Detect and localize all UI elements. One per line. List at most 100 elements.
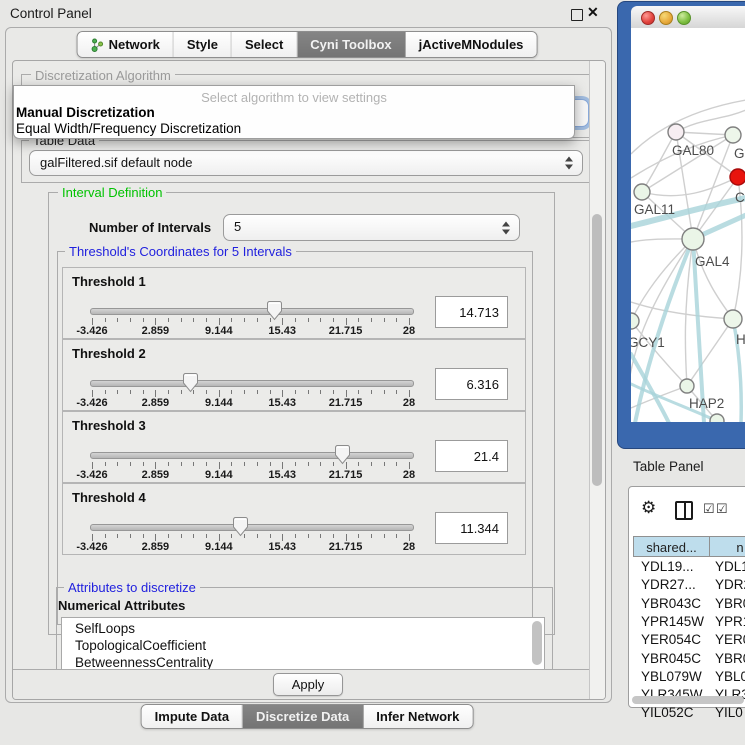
number-of-intervals-combobox[interactable]: 5 <box>223 214 520 241</box>
threshold-value-field[interactable]: 21.4 <box>435 440 508 472</box>
table-row-cell[interactable]: YDL19... <box>641 559 694 574</box>
network-node-g[interactable] <box>725 127 741 143</box>
slider-knob[interactable] <box>266 300 283 321</box>
tab-jactivemnodules[interactable]: jActiveMNodules <box>406 32 537 57</box>
table-row-cell[interactable]: YBR0 <box>715 651 745 666</box>
table-row-cell[interactable]: YER054C <box>641 632 701 647</box>
threshold-value-field[interactable]: 14.713 <box>435 296 508 328</box>
slider-tick <box>358 318 359 322</box>
close-light-icon[interactable] <box>641 11 655 25</box>
tab-network[interactable]: Network <box>78 32 174 57</box>
attributes-list[interactable]: SelfLoopsTopologicalCoefficientBetweenne… <box>61 617 545 672</box>
split-column-icon[interactable] <box>675 501 693 520</box>
checkbox-icon[interactable]: ☑ <box>703 501 715 517</box>
tab-infer-network[interactable]: Infer Network <box>363 705 472 728</box>
slider-tick <box>396 534 397 538</box>
top-tab-bar: Network Style SelectCyni ToolboxjActiveMNo… <box>77 31 538 58</box>
table-row-cell[interactable]: YDR27... <box>641 577 696 592</box>
gear-icon[interactable]: ⚙ <box>641 498 656 518</box>
slider-knob[interactable] <box>232 516 249 537</box>
threshold-label: Threshold 4 <box>72 490 146 505</box>
scrollbar-thumb[interactable] <box>592 214 602 486</box>
minimize-light-icon[interactable] <box>659 11 673 25</box>
network-node-gcy1[interactable] <box>631 313 639 329</box>
slider-tick <box>206 534 207 538</box>
apply-button[interactable]: Apply <box>273 673 343 696</box>
tab-impute-data[interactable]: Impute Data <box>142 705 243 728</box>
thresholds-group-title: Threshold's Coordinates for 5 Intervals <box>65 244 296 259</box>
dropdown-option-equal-width[interactable]: Equal Width/Frequency Discretization <box>16 121 241 136</box>
network-node-gal4[interactable] <box>682 228 704 250</box>
bottom-tab-bar: Impute Data Discretize DataInfer Network <box>141 704 474 729</box>
dropdown-option-manual[interactable]: Manual Discretization <box>16 105 155 120</box>
column-header-name[interactable]: n <box>709 536 745 557</box>
slider-knob[interactable] <box>182 372 199 393</box>
slider-tick-label: -3.426 <box>60 397 124 409</box>
tab-cyni-toolbox[interactable]: Cyni Toolbox <box>297 32 405 57</box>
dropdown-placeholder[interactable]: Select algorithm to view settings <box>14 90 574 105</box>
network-node-hap2[interactable] <box>680 379 694 393</box>
slider-tick <box>117 318 118 322</box>
tab-label: Impute Data <box>155 709 229 724</box>
slider-tick <box>92 318 93 325</box>
tab-discretize-data[interactable]: Discretize Data <box>243 705 363 728</box>
slider-tick <box>320 534 321 538</box>
list-item-topologicalcoefficient[interactable]: TopologicalCoefficient <box>62 637 544 654</box>
threshold-value-field[interactable]: 11.344 <box>435 512 508 544</box>
tab-label: Style <box>187 37 218 52</box>
slider-tick <box>181 318 182 322</box>
slider-track[interactable] <box>90 308 414 315</box>
zoom-light-icon[interactable] <box>677 11 691 25</box>
float-window-icon[interactable] <box>571 9 583 21</box>
table-row-cell[interactable]: YBR0 <box>715 596 745 611</box>
slider-knob[interactable] <box>334 444 351 465</box>
slider-tick <box>143 534 144 538</box>
slider-tick-label: -3.426 <box>60 325 124 337</box>
checkbox-icon[interactable]: ☑ <box>716 501 728 517</box>
slider-track[interactable] <box>90 524 414 531</box>
network-node-c[interactable] <box>730 169 745 185</box>
network-canvas[interactable]: GAL80GCGAL11GAL4GCY1HHAP2 <box>631 28 745 422</box>
network-node-h[interactable] <box>724 310 742 328</box>
list-item-selfloops[interactable]: SelfLoops <box>62 620 544 637</box>
table-row-cell[interactable]: YDR2 <box>715 577 745 592</box>
network-window-titlebar[interactable] <box>631 6 745 29</box>
slider-tick <box>92 462 93 469</box>
table-row-cell[interactable]: YPR1 <box>715 614 745 629</box>
table-row-cell[interactable]: YBL079W <box>641 669 702 684</box>
table-row-cell[interactable]: YBR045C <box>641 651 701 666</box>
slider-tick <box>270 390 271 394</box>
table-row-cell[interactable]: YIL052C <box>641 705 694 720</box>
tab-style[interactable]: Style <box>174 32 232 57</box>
network-window[interactable]: GAL80GCGAL11GAL4GCY1HHAP2 <box>617 1 745 449</box>
slider-tick-label: 28 <box>377 397 441 409</box>
table-row-cell[interactable]: YPR145W <box>641 614 704 629</box>
slider-tick <box>155 318 156 325</box>
slider-tick <box>282 390 283 397</box>
network-node-gal11[interactable] <box>634 184 650 200</box>
table-row-cell[interactable]: YIL0 <box>715 705 743 720</box>
slider-tick <box>168 318 169 322</box>
network-node[interactable] <box>710 414 724 422</box>
table-row-cell[interactable]: YDL1 <box>715 559 745 574</box>
tab-select[interactable]: Select <box>232 32 297 57</box>
table-row-cell[interactable]: YBR043C <box>641 596 701 611</box>
slider-tick-label: 21.715 <box>314 397 378 409</box>
table-row-cell[interactable]: YER0 <box>715 632 745 647</box>
slider-tick <box>270 534 271 538</box>
close-icon[interactable]: ✕ <box>587 4 599 21</box>
threshold-value-field[interactable]: 6.316 <box>435 368 508 400</box>
slider-tick-label: 28 <box>377 541 441 553</box>
network-graph: GAL80GCGAL11GAL4GCY1HHAP2 <box>631 28 745 422</box>
network-node-gal80[interactable] <box>668 124 684 140</box>
list-scrollbar[interactable] <box>532 621 542 665</box>
h-scrollbar-thumb[interactable] <box>632 696 744 704</box>
table-data-combobox[interactable]: galFiltered.sif default node <box>29 150 583 176</box>
slider-tick <box>358 390 359 394</box>
slider-track[interactable] <box>90 380 414 387</box>
slider-tick-label: 2.859 <box>123 325 187 337</box>
table-row-cell[interactable]: YBL0 <box>715 669 745 684</box>
slider-tick <box>143 318 144 322</box>
column-header-shared[interactable]: shared... <box>633 536 710 557</box>
slider-track[interactable] <box>90 452 414 459</box>
